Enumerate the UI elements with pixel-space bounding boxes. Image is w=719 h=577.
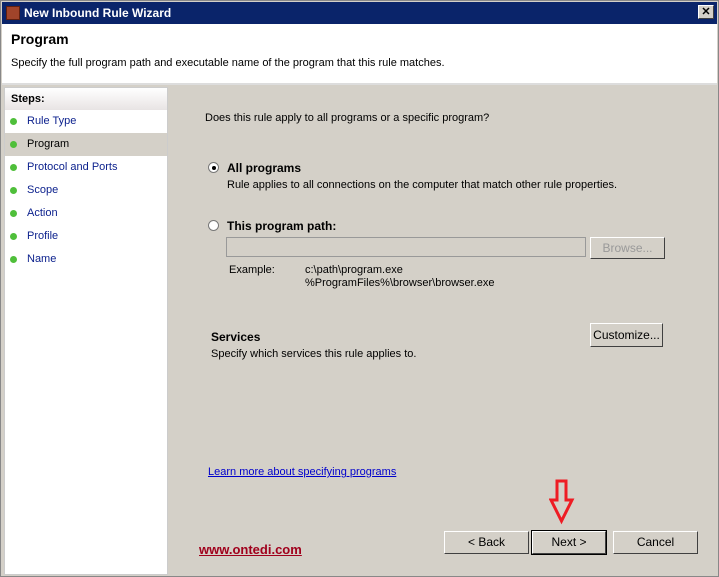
step-dot-icon [10, 141, 17, 148]
main-panel: Does this rule apply to all programs or … [171, 87, 717, 575]
step-label: Program [27, 138, 70, 150]
firewall-icon [6, 6, 20, 20]
next-button[interactable]: Next > [531, 530, 607, 555]
step-dot-icon [10, 187, 17, 194]
program-path-input[interactable] [226, 237, 586, 257]
customize-button[interactable]: Customize... [590, 323, 663, 347]
step-scope[interactable]: Scope [5, 179, 167, 202]
header: Program Specify the full program path and… [2, 24, 717, 85]
step-action[interactable]: Action [5, 202, 167, 225]
step-label: Scope [27, 184, 59, 196]
services-desc: Specify which services this rule applies… [211, 348, 417, 360]
step-dot-icon [10, 210, 17, 217]
step-profile[interactable]: Profile [5, 225, 167, 248]
step-program[interactable]: Program [5, 133, 167, 156]
this-program-radio[interactable] [208, 220, 219, 231]
steps-heading: Steps: [5, 88, 167, 110]
step-dot-icon [10, 164, 17, 171]
step-name[interactable]: Name [5, 248, 167, 271]
step-dot-icon [10, 256, 17, 263]
example-2: %ProgramFiles%\browser\browser.exe [305, 277, 495, 289]
step-label: Profile [27, 230, 59, 242]
step-label: Protocol and Ports [27, 161, 118, 173]
back-button[interactable]: < Back [444, 531, 529, 554]
step-rule-type[interactable]: Rule Type [5, 110, 167, 133]
example-1: c:\path\program.exe [305, 264, 403, 276]
all-programs-label[interactable]: All programs [227, 161, 301, 175]
page-title: Program [11, 31, 69, 47]
this-program-label[interactable]: This program path: [227, 219, 336, 233]
step-dot-icon [10, 118, 17, 125]
window-title: New Inbound Rule Wizard [24, 6, 172, 20]
step-label: Name [27, 253, 57, 265]
question: Does this rule apply to all programs or … [205, 112, 490, 124]
all-programs-radio[interactable] [208, 162, 219, 173]
step-dot-icon [10, 233, 17, 240]
close-button[interactable]: ✕ [698, 5, 714, 19]
browse-button[interactable]: Browse... [590, 237, 665, 259]
watermark: www.ontedi.com [199, 542, 302, 557]
title-bar: New Inbound Rule Wizard ✕ [2, 2, 717, 24]
red-arrow-icon [549, 479, 575, 525]
wizard-window: New Inbound Rule Wizard ✕ Program Specify … [0, 0, 719, 577]
steps-panel: Steps: Rule Type Program Protocol and Po… [4, 87, 168, 575]
step-protocol-ports[interactable]: Protocol and Ports [5, 156, 167, 179]
all-programs-desc: Rule applies to all connections on the c… [227, 179, 618, 191]
example-label: Example: [229, 264, 275, 276]
services-title: Services [211, 330, 261, 344]
cancel-button[interactable]: Cancel [613, 531, 698, 554]
learn-more-link[interactable]: Learn more about specifying programs [208, 466, 396, 478]
page-subtitle: Specify the full program path and execut… [11, 57, 445, 69]
step-label: Action [27, 207, 58, 219]
step-label: Rule Type [27, 115, 77, 127]
